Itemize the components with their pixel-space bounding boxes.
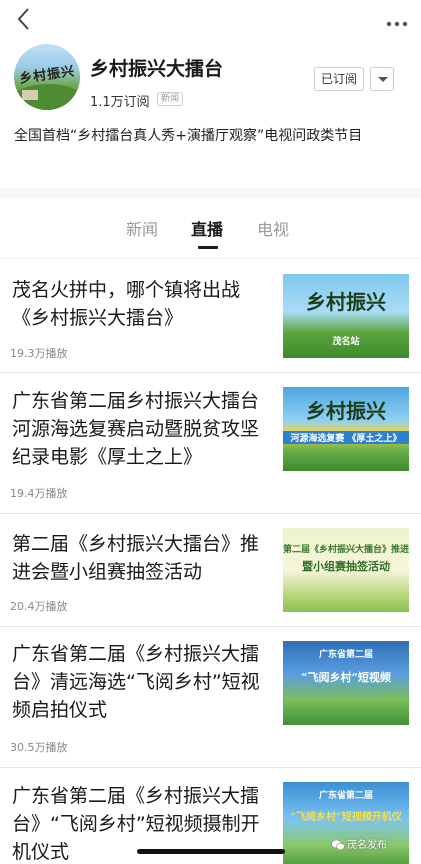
tab-live[interactable]: 直播 [191,216,223,240]
home-indicator[interactable] [137,849,285,854]
feed-thumbnail: 乡村振兴 茂名站 [283,274,409,358]
subscribed-button[interactable]: 已订阅 [314,67,364,91]
channel-logo: 乡村振兴 [18,64,77,87]
feed-item-title: 茂名火拼中，哪个镇将出战《乡村振兴大擂台》 [12,279,241,329]
active-tab-indicator [198,246,218,249]
feed-item[interactable]: 广东省第二届乡村振兴大擂台河源海选复赛启动暨脱贫攻坚纪录电影《厚土之上》 19.… [0,373,421,514]
feed-thumbnail: 乡村振兴 河源海选复赛 《厚土之上》 [283,387,409,471]
feed-item[interactable]: 第二届《乡村振兴大擂台》推进会暨小组赛抽签活动 20.4万播放 第二届《乡村振兴… [0,514,421,627]
play-count: 19.3万播放 [10,347,68,360]
feed-thumbnail: 广东省第二届 “飞阅乡村”短视频开机仪 [283,782,409,864]
tab-separator [0,258,421,259]
subscriber-count: 1.1万订阅 [90,95,150,110]
top-bar [0,0,421,38]
tab-bar: 新闻 直播 电视 [0,206,421,252]
feed-item-title: 广东省第二届乡村振兴大擂台河源海选复赛启动暨脱贫攻坚纪录电影《厚土之上》 [12,390,260,468]
subscribe-options-button[interactable] [370,67,394,91]
thumb-banner: 广东省第二届 [318,791,373,801]
feed-thumbnail: 广东省第二届 “飞阅乡村”短视频 [283,641,409,725]
tab-news[interactable]: 新闻 [126,216,158,240]
thumb-banner: 茂名站 [332,337,360,347]
channel-avatar[interactable]: 乡村振兴 [14,44,80,110]
thumb-banner: 广东省第二届 [318,650,373,660]
section-divider [0,188,421,198]
thumb-headline: 暨小组赛抽签活动 [302,560,390,573]
wechat-logo-icon [331,836,345,855]
thumb-banner: 河源海选复赛 《厚土之上》 [283,431,409,444]
category-tag: 新闻 [157,92,184,106]
thumb-headline: 乡村振兴 [306,290,386,314]
thumb-banner: 第二届《乡村振兴大擂台》推进会 [283,545,409,555]
channel-description: 全国首档“乡村擂台真人秀+演播厅观察”电视问政类节目 [14,128,363,144]
feed-item[interactable]: 广东省第二届《乡村振兴大擂台》清远海选“飞阅乡村”短视频启拍仪式 30.5万播放… [0,627,421,768]
feed-item[interactable]: 茂名火拼中，哪个镇将出战《乡村振兴大擂台》 19.3万播放 乡村振兴 茂名站 [0,260,421,373]
feed-thumbnail: 第二届《乡村振兴大擂台》推进会 暨小组赛抽签活动 [283,528,409,612]
channel-name: 乡村振兴大擂台 [90,58,224,80]
play-count: 20.4万播放 [10,600,68,613]
feed-item-title: 第二届《乡村振兴大擂台》推进会暨小组赛抽签活动 [12,533,260,583]
thumb-headline: “飞阅乡村”短视频开机仪 [290,812,402,823]
play-count: 30.5万播放 [10,741,68,754]
tab-tv[interactable]: 电视 [257,216,289,240]
watermark: 茂名发布 [347,840,387,851]
feed-item-title: 广东省第二届《乡村振兴大擂台》清远海选“飞阅乡村”短视频启拍仪式 [12,643,260,721]
avatar-house [22,90,38,100]
chevron-left-icon[interactable] [12,6,36,32]
caret-down-icon [378,77,388,82]
thumb-headline: “飞阅乡村”短视频 [301,671,391,684]
more-dots-icon[interactable] [385,14,409,27]
thumb-headline: 乡村振兴 [306,399,386,423]
channel-header: 乡村振兴 乡村振兴大擂台 1.1万订阅 新闻 已订阅 [0,40,421,120]
play-count: 19.4万播放 [10,487,68,500]
